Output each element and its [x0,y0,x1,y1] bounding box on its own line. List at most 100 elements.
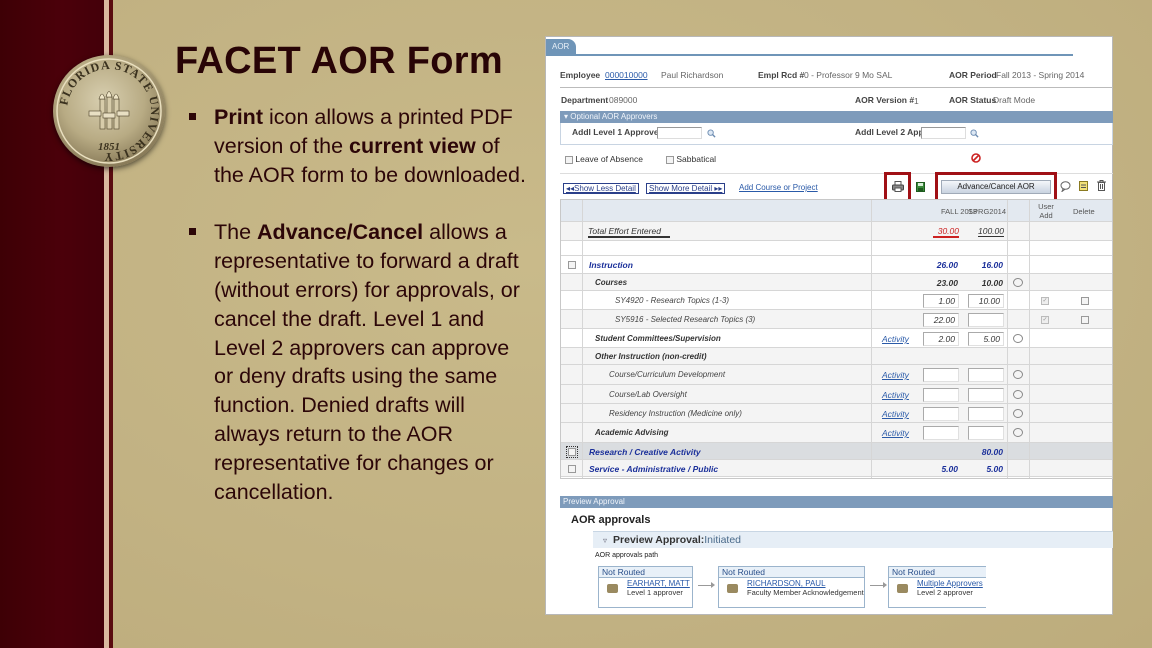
search-icon[interactable] [970,129,979,138]
row-label: Residency Instruction (Medicine only) [609,409,742,418]
activity-link[interactable]: Activity [882,334,909,344]
approver-icon [727,584,738,593]
aor-period-label: AOR Period [949,70,997,80]
approver-icon [897,584,908,593]
text-run: allows a representative to forward a dra… [214,220,520,504]
row-label: SY5916 - Selected Research Topics (3) [615,315,756,324]
approval-step-2: Not Routed RICHARDSON, PAUL Faculty Memb… [718,566,865,608]
total-effort-label: Total Effort Entered [588,226,670,238]
column-header-spring-2014: SPRG2014 [968,207,1006,216]
comment-icon[interactable] [1013,334,1023,343]
search-icon[interactable] [707,129,716,138]
row-label[interactable]: Research / Creative Activity [589,447,701,457]
fsu-seal-logo: FLORIDA STATE UNIVERSITY 1851 [53,55,165,167]
text-run: The [214,220,258,245]
fall-effort-input[interactable] [923,426,959,440]
step-status: Not Routed [599,567,692,578]
row-select-checkbox[interactable] [566,446,578,458]
spring-value: 80.00 [981,447,1003,457]
fall-effort-input[interactable] [923,407,959,421]
column-header-user-add: User Add [1038,202,1054,220]
show-more-detail-button[interactable]: Show More Detail ▸▸ [646,183,726,194]
arrow-right-icon [698,582,715,588]
bold-text: current view [349,133,476,158]
approval-step-1: Not Routed EARHART, MATT Level 1 approve… [598,566,693,608]
collapse-icon[interactable]: ▿ [603,536,607,545]
show-less-detail-button[interactable]: ◂◂Show Less Detail [563,183,639,194]
trash-icon[interactable] [1097,180,1106,191]
row-select-checkbox[interactable] [568,261,576,269]
header-divider [560,87,1113,88]
spring-effort-input[interactable]: 10.00 [968,294,1004,308]
bullet-marker [189,113,196,120]
column-header-delete: Delete [1073,207,1095,216]
optional-approvers-body: Addl Level 1 Approver Addl Level 2 Appro… [560,123,1113,145]
comment-icon[interactable] [1013,390,1023,399]
row-label: Academic Advising [595,428,669,437]
approver-role: Level 2 approver [917,588,973,597]
row-label[interactable]: Service - Administrative / Public [589,464,718,474]
employee-id-link[interactable]: 000010000 [605,70,648,80]
fall-effort-input[interactable] [923,368,959,382]
spring-effort-input[interactable] [968,407,1004,421]
save-icon[interactable] [916,182,925,192]
comment-icon[interactable] [1013,428,1023,437]
total-fall-value: 30.00 [933,226,959,238]
activity-link[interactable]: Activity [882,409,909,419]
activity-link[interactable]: Activity [882,428,909,438]
spring-effort-input[interactable] [968,368,1004,382]
comment-icon[interactable] [1013,409,1023,418]
activity-link[interactable]: Activity [882,390,909,400]
spring-value: 10.00 [981,278,1003,288]
fall-effort-input[interactable]: 2.00 [923,332,959,346]
approval-step-3: Not Routed Multiple Approvers Level 2 ap… [888,566,986,608]
tab-underline [546,54,1073,56]
fall-effort-input[interactable]: 22.00 [923,313,959,327]
row-select-checkbox[interactable] [568,465,576,473]
torch-icon [88,91,130,130]
spring-effort-input[interactable]: 5.00 [968,332,1004,346]
tab-bar: AOR [546,37,1112,57]
delete-row-checkbox[interactable] [1081,316,1089,324]
approver-name-link[interactable]: Multiple Approvers [917,579,983,588]
tab-aor[interactable]: AOR [546,39,576,55]
user-add-checkbox: ✓ [1041,297,1049,305]
preview-approval-header: Preview Approval [560,496,1113,508]
activity-link[interactable]: Activity [882,370,909,380]
spring-effort-input[interactable] [968,313,1004,327]
aor-approvals-heading: AOR approvals [571,514,651,526]
column-divider [871,200,872,478]
level2-approver-input[interactable] [921,127,966,139]
row-label[interactable]: Instruction [589,260,633,270]
row-label: Course/Lab Oversight [609,390,687,399]
approver-name-link[interactable]: EARHART, MATT [627,579,690,588]
comment-icon[interactable] [1060,181,1071,192]
spring-effort-input[interactable] [968,426,1004,440]
level1-approver-input[interactable] [657,127,702,139]
spring-value: 16.00 [981,260,1003,270]
spring-effort-input[interactable] [968,388,1004,402]
fall-value: 5.00 [941,464,958,474]
bullet-text: The Advance/Cancel allows a representati… [214,220,520,503]
comment-icon[interactable] [1013,278,1023,287]
add-course-link[interactable]: Add Course or Project [739,183,818,192]
checkbox-box[interactable] [565,155,573,164]
optional-approvers-header[interactable]: ▾ Optional AOR Approvers [560,111,1113,123]
empl-rcd-label: Empl Rcd # [758,70,805,80]
comment-icon[interactable] [1013,370,1023,379]
leave-of-absence-checkbox[interactable]: Leave of Absence [565,154,643,164]
sabbatical-checkbox[interactable]: Sabbatical [666,154,716,164]
error-icon [971,153,981,163]
step-status: Not Routed [719,567,864,578]
preview-approval-bar[interactable]: ▿ Preview Approval:Initiated [593,531,1113,548]
approver-name-link[interactable]: RICHARDSON, PAUL [747,579,826,588]
fall-effort-input[interactable] [923,388,959,402]
user-add-checkbox: ✓ [1041,316,1049,324]
delete-row-checkbox[interactable] [1081,297,1089,305]
slide-title: FACET AOR Form [175,40,503,82]
notes-icon[interactable] [1079,181,1088,191]
print-highlight-box [884,172,911,202]
total-spring-value: 100.00 [978,226,1004,237]
checkbox-box[interactable] [666,155,674,164]
fall-effort-input[interactable]: 1.00 [923,294,959,308]
